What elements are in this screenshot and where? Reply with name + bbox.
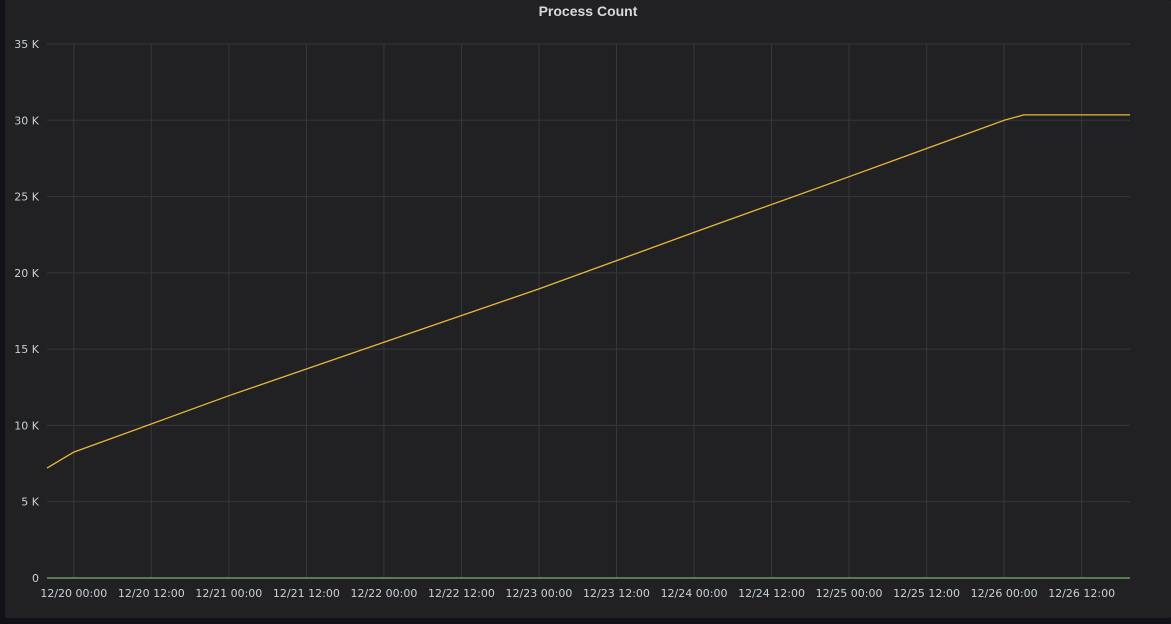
x-tick-label: 12/24 12:00 <box>738 587 805 600</box>
series-line-0[interactable] <box>46 114 1130 469</box>
x-tick-label: 12/20 12:00 <box>118 587 185 600</box>
y-tick-label: 25 K <box>14 191 39 204</box>
x-tick-label: 12/26 00:00 <box>971 587 1038 600</box>
y-tick-label: 10 K <box>14 419 39 432</box>
grid-layer <box>47 43 1130 579</box>
y-tick-label: 30 K <box>14 114 39 127</box>
x-tick-label: 12/23 12:00 <box>583 587 650 600</box>
y-axis: 0 5 K 10 K 15 K 20 K 25 K 30 K 35 K <box>14 38 39 585</box>
x-tick-label: 12/22 00:00 <box>350 587 417 600</box>
y-tick-label: 0 <box>32 572 39 585</box>
x-tick-label: 12/22 12:00 <box>428 587 495 600</box>
y-tick-label: 15 K <box>14 343 39 356</box>
x-tick-label: 12/24 00:00 <box>661 587 728 600</box>
x-tick-label: 12/25 00:00 <box>816 587 883 600</box>
x-tick-label: 12/26 12:00 <box>1048 587 1115 600</box>
process-count-chart[interactable]: 0 5 K 10 K 15 K 20 K 25 K 30 K 35 K 12/20 00:00… <box>5 0 1171 618</box>
y-tick-label: 20 K <box>14 267 39 280</box>
chart-panel: Process Count 05 K 10 K 15 K 20 K 25 K 30 K 35… <box>5 0 1171 618</box>
y-tick-label: 35 K <box>14 38 39 51</box>
x-axis: 12/20 00:00 12/20 12:00 12/21 00:00 12/21 1… <box>40 587 1115 600</box>
y-tick-label: 5 K <box>21 496 39 509</box>
x-tick-label: 12/23 00:00 <box>506 587 573 600</box>
x-tick-label: 12/25 12:00 <box>893 587 960 600</box>
x-tick-label: 12/21 00:00 <box>195 587 262 600</box>
x-tick-label: 12/20 00:00 <box>40 587 107 600</box>
series-layer <box>46 114 1130 579</box>
x-tick-label: 12/21 12:00 <box>273 587 340 600</box>
